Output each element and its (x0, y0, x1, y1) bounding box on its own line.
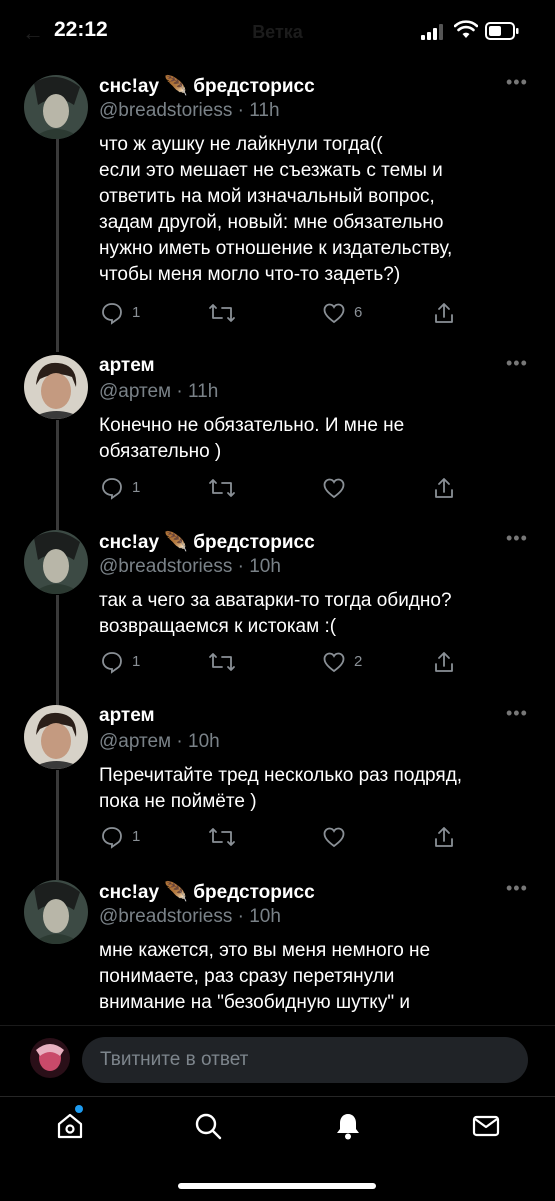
messages-icon[interactable] (471, 1111, 501, 1141)
share-icon (435, 652, 453, 672)
reply-count: 1 (132, 653, 141, 670)
tweet-text: Перечитайте тред несколько раз подряд, п… (99, 763, 529, 815)
author-name[interactable]: артем (99, 355, 155, 377)
tweet-line: Перечитайте тред несколько раз подряд, (99, 765, 463, 786)
reply-button[interactable]: 1 (100, 825, 160, 849)
tweet-line: что ж аушку не лайкнули тогда(( (99, 134, 383, 155)
more-options-icon[interactable]: ••• (506, 878, 528, 899)
tweet-line: Конечно не обязательно. И мне не (99, 415, 405, 436)
reply-composer: Твитните в ответ (0, 1025, 555, 1096)
thread-line (56, 120, 59, 352)
heart-icon (323, 478, 345, 499)
like-button[interactable]: 2 (322, 650, 382, 674)
wifi-icon (454, 20, 478, 38)
thread-line (56, 770, 59, 880)
retweet-button[interactable] (208, 825, 238, 849)
author-name[interactable]: снс!ау 🪶 бредсторисс (99, 880, 315, 904)
author-name[interactable]: артем (99, 705, 155, 727)
battery-icon (485, 22, 519, 40)
retweet-icon (209, 479, 235, 497)
share-button[interactable] (432, 301, 456, 325)
more-options-icon[interactable]: ••• (506, 353, 528, 374)
reply-button[interactable]: 1 (100, 650, 160, 674)
reply-count: 1 (132, 479, 141, 496)
avatar[interactable] (24, 75, 88, 139)
more-options-icon[interactable]: ••• (506, 703, 528, 724)
tweet-line: если это мешает не съезжать с темы и (99, 160, 443, 181)
home-icon[interactable] (55, 1111, 85, 1141)
author-handle[interactable]: @aртем · 11h (99, 381, 218, 403)
avatar[interactable] (24, 355, 88, 419)
heart-icon (323, 652, 345, 673)
thread-line (56, 420, 59, 530)
tweet-line: пока не поймёте ) (99, 791, 257, 812)
tweet-line: понимаете, раз сразу перетянули (99, 966, 395, 987)
tweet-text: мне кажется, это вы меня немного не пони… (99, 938, 529, 1016)
author-handle[interactable]: @breadstoriess · 10h (99, 906, 281, 928)
share-icon (435, 478, 453, 498)
notifications-icon[interactable] (333, 1111, 363, 1141)
author-name[interactable]: снс!ау 🪶 бредсторисс (99, 74, 315, 98)
cellular-signal-icon (421, 24, 443, 40)
share-icon (435, 827, 453, 847)
retweet-button[interactable] (208, 301, 238, 325)
tweet-line: нужно иметь отношение к издательству, (99, 238, 453, 259)
home-indicator (178, 1183, 376, 1189)
like-count: 6 (354, 304, 363, 321)
retweet-icon (209, 304, 235, 322)
status-bar: ← 22:12 Ветка (0, 0, 555, 62)
share-button[interactable] (432, 650, 456, 674)
reply-count: 1 (132, 828, 141, 845)
reply-button[interactable]: 1 (100, 476, 160, 500)
tweet-line: возвращаемся к истокам :( (99, 616, 337, 637)
heart-icon (323, 303, 345, 324)
author-handle[interactable]: @breadstoriess · 10h (99, 556, 281, 578)
heart-icon (323, 827, 345, 848)
author-handle[interactable]: @breadstoriess · 11h (99, 100, 280, 122)
reply-icon (102, 827, 122, 849)
reply-button[interactable]: 1 (100, 301, 160, 325)
tweet-text: так а чего за аватарки-то тогда обидно? … (99, 588, 529, 640)
more-options-icon[interactable]: ••• (506, 528, 528, 549)
tweet-text: Конечно не обязательно. И мне не обязате… (99, 413, 529, 465)
user-avatar[interactable] (30, 1038, 70, 1078)
notification-dot (75, 1105, 83, 1113)
reply-input-placeholder: Твитните в ответ (100, 1049, 249, 1070)
reply-input[interactable]: Твитните в ответ (82, 1037, 528, 1083)
search-icon[interactable] (193, 1111, 223, 1141)
like-button[interactable] (322, 476, 382, 500)
author-name[interactable]: снс!ау 🪶 бредсторисс (99, 530, 315, 554)
author-handle[interactable]: @aртем · 10h (99, 731, 220, 753)
retweet-icon (209, 828, 235, 846)
share-button[interactable] (432, 476, 456, 500)
tweet-text: что ж аушку не лайкнули тогда(( если это… (99, 132, 529, 288)
retweet-icon (209, 653, 235, 671)
avatar[interactable] (24, 705, 88, 769)
tweet-line: обязательно ) (99, 441, 222, 462)
reply-icon (102, 303, 122, 325)
tweet-line: внимание на "безобидную шутку" и (99, 992, 410, 1013)
tweet-line: ответить на мой изначальный вопрос, (99, 186, 435, 207)
reply-count: 1 (132, 304, 141, 321)
tweet-line: мне кажется, это вы меня немного не (99, 940, 431, 961)
like-button[interactable] (322, 825, 382, 849)
thread-line (56, 595, 59, 705)
share-button[interactable] (432, 825, 456, 849)
reply-icon (102, 652, 122, 674)
tweet-line: задам другой, новый: мне обязательно (99, 212, 444, 233)
like-count: 2 (354, 653, 363, 670)
more-options-icon[interactable]: ••• (506, 72, 528, 93)
bottom-nav (0, 1096, 555, 1201)
tweet-line: так а чего за аватарки-то тогда обидно? (99, 590, 452, 611)
avatar[interactable] (24, 880, 88, 944)
retweet-button[interactable] (208, 476, 238, 500)
retweet-button[interactable] (208, 650, 238, 674)
tweet-line: чтобы меня могло что-то задеть?) (99, 264, 401, 285)
reply-icon (102, 478, 122, 500)
share-icon (435, 303, 453, 323)
like-button[interactable]: 6 (322, 301, 382, 325)
avatar[interactable] (24, 530, 88, 594)
